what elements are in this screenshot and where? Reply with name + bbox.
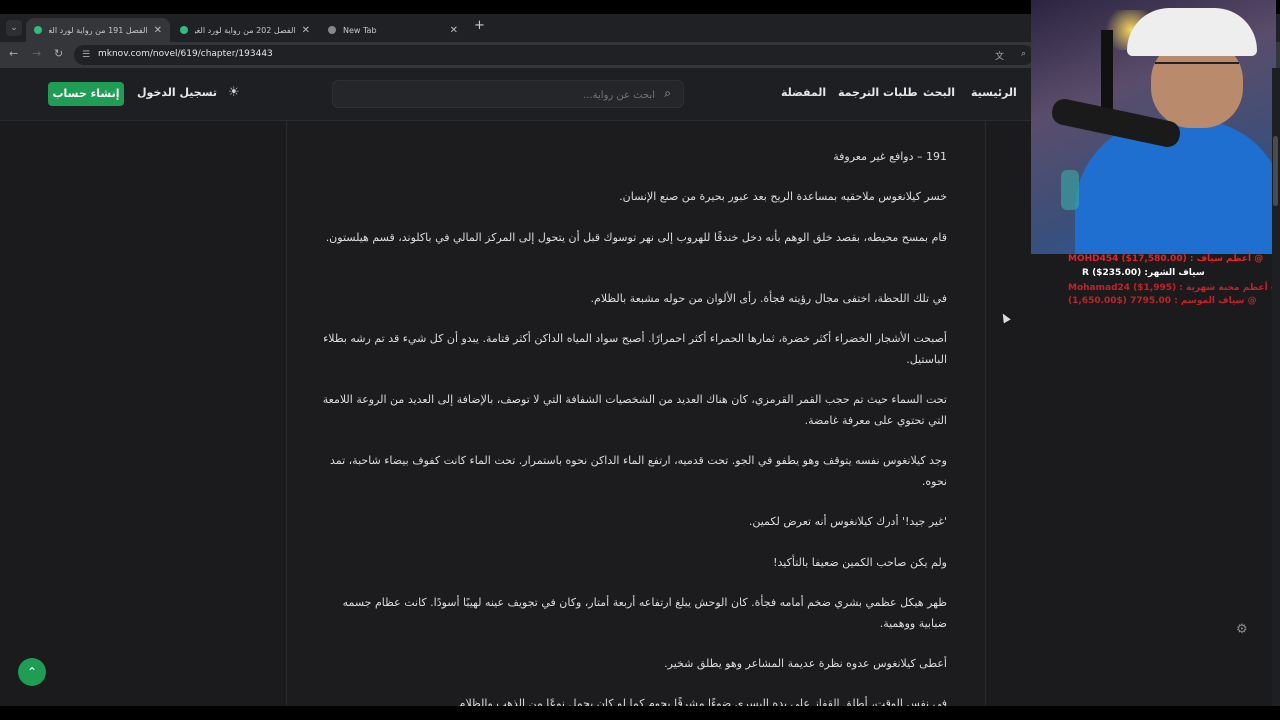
webcam-cap	[1127, 8, 1257, 56]
overlay-top-donor: @ أعظم سياف : MOHD454 ($17,580.00)	[1068, 254, 1264, 264]
chapter-heading: 191 – دوافع غير معروفة	[833, 150, 947, 163]
chapter-paragraph: قام بمسح محيطه، بقصد خلق الوهم بأنه دخل …	[325, 231, 947, 244]
search-box: ⌕	[332, 80, 684, 108]
tab-chapter-202[interactable]: الفصل 202 من رواية لورد الغوامض ✕	[172, 18, 318, 42]
nav-translation-requests[interactable]: طلبات الترجمة	[838, 86, 918, 99]
chapter-paragraph: ولم يكن صاحب الكمين ضعيفا بالتأكيد!	[773, 556, 947, 569]
streamer-webcam	[1031, 0, 1276, 254]
overlay-monthly-love: @ أعظم محبة شهرية : Mohamad24 ($1,995)	[1068, 283, 1280, 293]
site-favicon-icon	[34, 26, 42, 34]
window-bottom-edge	[0, 706, 1280, 720]
nav-search[interactable]: البحث	[923, 86, 955, 99]
site-favicon-icon	[180, 26, 188, 34]
overlay-month-sword: سياف الشهر: R ($235.00)	[1082, 268, 1205, 278]
url-text[interactable]: mknov.com/novel/619/chapter/193443	[98, 49, 273, 59]
tab-chapter-191[interactable]: الفصل 191 من رواية لورد الغوامض ✕	[26, 18, 170, 42]
chapter-paragraph: 'غير جيد!' أدرك كيلانغوس أنه تعرض لكمين.	[748, 515, 947, 528]
nav-favorites[interactable]: المفضلة	[781, 86, 826, 99]
tab-title: New Tab	[343, 25, 377, 35]
site-info-icon[interactable]: ☰	[82, 50, 92, 60]
new-tab-button[interactable]: +	[474, 18, 485, 33]
webcam-lamp	[1061, 170, 1079, 210]
tab-new-tab[interactable]: New Tab ✕	[320, 18, 466, 42]
chapter-paragraph: أصبحت الأشجار الخضراء أكثر خضرة، ثمارها …	[323, 332, 947, 366]
close-tab-icon[interactable]: ✕	[302, 25, 310, 36]
search-icon[interactable]: ⌕	[664, 86, 671, 101]
scrollbar-thumb[interactable]	[1273, 136, 1278, 206]
close-tab-icon[interactable]: ✕	[154, 25, 162, 36]
search-input[interactable]	[363, 85, 657, 105]
tab-search-icon[interactable]: ⌄	[6, 20, 22, 36]
chrome-icon	[328, 26, 336, 34]
chapter-paragraph: وجد كيلانغوس نفسه يتوقف وهو يطفو في الجو…	[329, 454, 947, 488]
chapter-paragraph: في تلك اللحظة، اختفى مجال رؤيته فجأة. رأ…	[590, 292, 947, 305]
mouse-cursor-icon	[999, 311, 1011, 324]
scroll-to-top-button[interactable]: ⌃	[18, 658, 46, 686]
chapter-paragraph: أعطى كيلانغوس عدوه نظرة عديمة المشاعر وه…	[664, 657, 947, 670]
theme-toggle-sun-icon[interactable]: ☀	[228, 85, 240, 100]
tab-title: الفصل 191 من رواية لورد الغوامض	[49, 25, 148, 35]
chapter-paragraph: ظهر هيكل عظمي بشري ضخم أمامه فجأة. كان ا…	[342, 596, 947, 630]
nav-home[interactable]: الرئيسية	[971, 86, 1017, 99]
login-button[interactable]: تسجيل الدخول	[137, 86, 217, 99]
chapter-paragraph: خسر كيلانغوس ملاحقيه بمساعدة الريح بعد ع…	[619, 190, 947, 203]
forward-icon[interactable]: →	[32, 47, 41, 60]
webcam-glasses	[1155, 62, 1239, 78]
tab-title: الفصل 202 من رواية لورد الغوامض	[195, 25, 296, 35]
reader-settings-gear-icon[interactable]: ⚙	[1236, 622, 1248, 637]
overlay-season-sword: @ سياف الموسم : 7795.00 ($1,650.00)	[1068, 296, 1257, 306]
chapter-content: 191 – دوافع غير معروفة خسر كيلانغوس ملاح…	[286, 121, 986, 720]
translate-icon[interactable]: 文	[995, 49, 1004, 62]
chapter-paragraph: تحت السماء حيث تم حجب القمر القرمزي، كان…	[322, 393, 947, 427]
reload-icon[interactable]: ↻	[54, 47, 63, 60]
address-bar[interactable]: ☰ mknov.com/novel/619/chapter/193443 文 ⌕	[74, 45, 1034, 65]
close-tab-icon[interactable]: ✕	[450, 25, 458, 36]
zoom-icon[interactable]: ⌕	[1021, 49, 1026, 59]
back-icon[interactable]: ←	[9, 47, 18, 60]
register-button[interactable]: إنشاء حساب	[48, 82, 124, 106]
